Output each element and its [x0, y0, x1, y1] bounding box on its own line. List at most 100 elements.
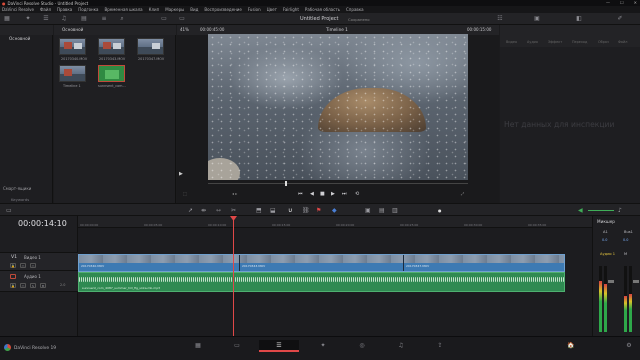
edit-index-icon[interactable]: ☰ — [42, 15, 50, 23]
timeline-tracks[interactable]: 00:00:00:00 00:00:05:00 00:00:10:00 00:0… — [78, 216, 592, 336]
mixer-icon[interactable]: ☷ — [496, 15, 504, 23]
home-icon[interactable]: 🏠 — [566, 342, 576, 350]
record-arm-icon[interactable] — [10, 274, 16, 279]
dual-viewer-icon[interactable]: ▭ — [178, 15, 186, 23]
clip-thumbnail[interactable] — [137, 38, 164, 55]
viewer-scrub-bar[interactable] — [208, 183, 468, 184]
menu-item-view[interactable]: Вид — [190, 7, 198, 12]
media-page-icon[interactable]: ▦ — [193, 342, 203, 350]
bin-item-master[interactable]: Основной — [9, 36, 30, 41]
zoom-custom-icon[interactable]: ▥ — [392, 207, 398, 214]
last-frame-button[interactable]: ⏭ — [342, 191, 347, 197]
loop-button[interactable]: ⟲ — [355, 191, 359, 197]
solo-button[interactable]: S — [30, 283, 36, 288]
menu-item-edit[interactable]: Правка — [57, 7, 72, 12]
clip-boundary[interactable] — [239, 255, 240, 271]
inspector-tab-image[interactable]: Образ — [598, 40, 609, 44]
fusion-page-icon[interactable]: ✦ — [318, 342, 328, 350]
overwrite-clip-icon[interactable]: ⬓ — [270, 207, 276, 214]
metadata-icon[interactable]: ▣ — [533, 15, 541, 23]
selection-tool-icon[interactable]: ➚ — [188, 207, 193, 214]
menu-item-help[interactable]: Справка — [346, 7, 364, 12]
inspector-tab-effects[interactable]: Эффект — [548, 40, 562, 44]
track-lock-icon[interactable]: 🔒 — [10, 263, 16, 268]
zoom-detail-icon[interactable]: ▤ — [379, 207, 385, 214]
audio-clip-thumbnail[interactable] — [98, 65, 125, 82]
first-frame-button[interactable]: ⏮ — [298, 191, 303, 197]
smart-bins-label[interactable]: Смарт-ящики — [3, 186, 31, 191]
deliver-page-icon[interactable]: ⇪ — [435, 342, 445, 350]
mute-button[interactable]: M — [40, 283, 46, 288]
menu-item-davinci[interactable]: DaVinci Resolve — [2, 7, 34, 12]
media-pool-icon[interactable]: ▦ — [3, 15, 11, 23]
playhead[interactable] — [233, 216, 234, 336]
mixer-track-label[interactable]: Аудио 1 — [600, 252, 615, 256]
stop-button[interactable]: ■ — [320, 191, 325, 197]
linked-selection-icon[interactable]: ⛓ — [302, 207, 310, 214]
clip-thumbnail[interactable] — [59, 38, 86, 55]
video-clip-track[interactable]: 20170340.MOV 20170343.MOV 20170347.MOV — [78, 254, 565, 272]
timeline-thumbnail[interactable] — [59, 65, 86, 82]
menu-item-fairlight[interactable]: Fairlight — [283, 7, 299, 12]
zoom-full-icon[interactable]: ▣ — [365, 207, 371, 214]
inspector-tab-audio[interactable]: Аудио — [527, 40, 538, 44]
search-icon[interactable]: ⌕ — [118, 15, 126, 23]
menu-item-workspace[interactable]: Рабочая область — [305, 7, 340, 12]
menu-item-color[interactable]: Цвет — [267, 7, 277, 12]
fullscreen-icon[interactable]: ⤢ — [461, 191, 464, 196]
inspector-tab-video[interactable]: Видео — [506, 40, 517, 44]
timeline-view-options-icon[interactable]: ▭ — [6, 207, 12, 214]
menu-item-mark[interactable]: Маркеры — [165, 7, 184, 12]
menu-item-fusion[interactable]: Fusion — [248, 7, 261, 12]
trim-tool-icon[interactable]: ⇹ — [201, 207, 206, 214]
mixer-channel-value[interactable]: 0.0 — [602, 238, 607, 242]
menu-item-timeline[interactable]: Временная шкала — [105, 7, 143, 12]
play-reverse-button[interactable]: ◀ — [310, 191, 314, 197]
position-lock-icon[interactable]: ⚑ — [316, 207, 321, 214]
menu-item-trim[interactable]: Подгонка — [78, 7, 98, 12]
keywords-bin[interactable]: Keywords — [11, 197, 29, 202]
viewer-scrub-handle[interactable] — [285, 181, 287, 186]
inspector-icon[interactable]: ✐ — [616, 15, 624, 23]
viewer-timeline-selector[interactable]: Timeline 1 — [326, 27, 348, 32]
menu-item-clip[interactable]: Клип — [149, 7, 160, 12]
dynamic-trim-icon[interactable]: ⇿ — [216, 207, 221, 214]
audio-clip[interactable]: sunnsent_com_4087_summer_hill_fig_ukka.m… — [78, 272, 565, 292]
viewer-layout-icon[interactable]: ▭ — [160, 15, 168, 23]
marker-icon[interactable]: ◆ — [332, 207, 337, 214]
snapping-icon[interactable]: ∪ — [288, 207, 292, 214]
clip-thumbnail[interactable] — [98, 38, 125, 55]
cut-page-icon[interactable]: ▭ — [232, 342, 242, 350]
fairlight-page-icon[interactable]: ♫ — [396, 342, 406, 350]
edit-page-tab-active[interactable]: ☰ — [259, 340, 299, 352]
color-page-icon[interactable]: ◎ — [357, 342, 367, 350]
auto-select-icon[interactable]: ▭ — [20, 263, 26, 268]
track-visibility-icon[interactable]: ▭ — [30, 263, 36, 268]
fader-handle[interactable] — [633, 280, 639, 283]
audio-meter-icon[interactable]: ♪ — [618, 207, 622, 214]
settings-icon[interactable]: ⚙ — [624, 342, 634, 350]
crop-icon[interactable]: ⬚ — [183, 191, 187, 196]
inspector-toggle-icon[interactable]: ◧ — [575, 15, 583, 23]
close-button[interactable]: ✕ — [634, 0, 637, 5]
volume-slider[interactable] — [588, 210, 614, 211]
audio-level-icon[interactable]: ◀ — [578, 207, 583, 214]
timeline-ruler[interactable]: 00:00:00:00 00:00:05:00 00:00:10:00 00:0… — [78, 216, 592, 228]
list-view-icon[interactable]: ≡ — [100, 15, 108, 23]
effects-icon[interactable]: ✦ — [24, 15, 32, 23]
audio-track-name[interactable]: Аудио 1 — [24, 274, 41, 279]
maximize-button[interactable]: ☐ — [620, 0, 624, 5]
mixer-mute-button[interactable]: M — [624, 252, 627, 256]
auto-select-icon[interactable]: ▭ — [20, 283, 26, 288]
mixer-channel-value[interactable]: 0.0 — [623, 238, 628, 242]
clip-icon[interactable]: ▤ — [80, 15, 88, 23]
menu-item-file[interactable]: Файл — [40, 7, 51, 12]
minimize-button[interactable]: — — [606, 0, 610, 5]
timeline-current-timecode[interactable]: 00:00:14:10 — [18, 219, 67, 228]
viewer-options-icon[interactable]: ▶ — [179, 171, 183, 177]
inspector-tab-file[interactable]: Файл — [618, 40, 627, 44]
blade-tool-icon[interactable]: ✂ — [231, 207, 236, 214]
play-button[interactable]: ▶ — [331, 191, 335, 197]
insert-clip-icon[interactable]: ⬒ — [256, 207, 262, 214]
inspector-tab-transition[interactable]: Переход — [572, 40, 587, 44]
